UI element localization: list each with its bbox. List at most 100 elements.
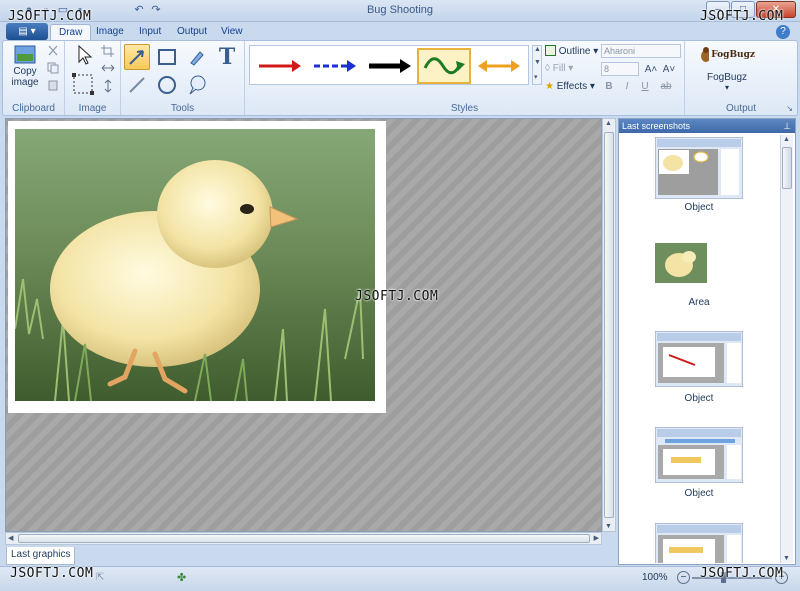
arrow-tool-button[interactable] — [124, 44, 150, 70]
style-blue-dashed-arrow[interactable] — [307, 48, 361, 84]
underline-button[interactable]: U — [637, 79, 653, 94]
screenshot-thumb-3[interactable] — [654, 330, 744, 393]
gallery-expand-icon[interactable]: ▾ — [534, 73, 538, 81]
paste-icon[interactable] — [47, 79, 59, 91]
drawing-canvas[interactable]: JSOFTJ.COM — [5, 118, 602, 532]
copy-image-icon — [14, 45, 36, 64]
crop-icon[interactable] — [101, 45, 115, 57]
screenshot-thumb-4[interactable] — [654, 426, 744, 489]
screenshot-label-3: Object — [684, 393, 714, 404]
scroll-up-icon[interactable]: ▲ — [605, 120, 612, 127]
scroll-left-icon[interactable]: ◀ — [8, 534, 13, 542]
chick-photo — [15, 129, 375, 401]
last-screenshots-panel: Last screenshots ⊥ Object Area Object Ob… — [618, 118, 796, 565]
screenshot-thumb-1[interactable] — [654, 136, 744, 200]
horizontal-scroll-thumb[interactable] — [18, 534, 590, 543]
style-gallery-scroll[interactable]: ▲ ▼ ▾ — [532, 45, 542, 85]
status-bar: ⇱ ✤ 100% − + — [0, 566, 800, 591]
ribbon: Copy image Clipboard Image T Tools ▲ ▼ ▾… — [2, 40, 798, 116]
ribbon-tabs: ▤ ▾ Draw Image Input Output View ? — [0, 22, 800, 41]
ellipse-tool-icon — [158, 76, 176, 94]
gallery-down-icon[interactable]: ▼ — [534, 59, 541, 66]
scroll-right-icon[interactable]: ▶ — [594, 534, 599, 542]
grow-font-button[interactable]: A˄ — [643, 62, 659, 77]
application-menu-button[interactable]: ▤ ▾ — [6, 23, 48, 40]
clipboard-group: Copy image Clipboard — [3, 41, 65, 115]
dialog-launcher-icon[interactable]: ↘ — [786, 104, 793, 113]
copy-image-label: Copy image — [11, 66, 39, 88]
panel-scroll-thumb[interactable] — [782, 147, 792, 189]
style-green-wave-arrow[interactable] — [417, 48, 471, 84]
blue-dashed-arrow-icon — [314, 60, 356, 72]
help-icon[interactable]: ? — [776, 25, 790, 39]
panel-scrollbar[interactable]: ▲ ▼ — [780, 135, 793, 563]
canvas-vertical-scrollbar[interactable]: ▲ ▼ — [602, 118, 616, 532]
screenshot-thumb-5[interactable] — [655, 523, 743, 563]
scroll-down-icon[interactable]: ▼ — [605, 523, 612, 530]
screenshot-label-2: Area — [688, 297, 710, 308]
panel-title: Last screenshots — [622, 121, 691, 131]
status-color-icon: ✤ — [177, 572, 187, 584]
orange-double-arrow-icon — [478, 60, 520, 72]
style-red-arrow[interactable] — [252, 48, 306, 84]
italic-button[interactable]: I — [619, 79, 635, 94]
strikethrough-button[interactable]: ab — [655, 79, 677, 94]
copy-icon[interactable] — [47, 62, 59, 74]
selection-rectangle-icon[interactable] — [71, 72, 95, 96]
green-wave-arrow-icon — [423, 57, 465, 75]
output-group: FogBugz FogBugz ▾ Output ↘ — [685, 41, 797, 115]
zoom-level: 100% — [642, 572, 668, 583]
canvas-horizontal-scrollbar[interactable]: ◀ ▶ — [5, 532, 602, 545]
zoom-out-button[interactable]: − — [677, 571, 690, 584]
tab-image[interactable]: Image — [88, 24, 132, 41]
panel-header: Last screenshots ⊥ — [619, 119, 795, 133]
tab-view[interactable]: View — [213, 24, 251, 41]
font-size-select[interactable]: 8 — [601, 62, 639, 76]
tab-output[interactable]: Output — [169, 24, 215, 41]
screenshot-preview-icon — [655, 523, 743, 563]
line-tool-button[interactable] — [124, 72, 150, 98]
image-group: Image — [65, 41, 121, 115]
black-arrow-icon — [369, 59, 411, 73]
tab-draw[interactable]: Draw — [50, 24, 92, 41]
cut-icon[interactable] — [47, 45, 59, 57]
callout-tool-icon — [189, 75, 206, 95]
fill-button[interactable]: ◊ Fill ▾ — [545, 63, 573, 74]
tab-last-graphics[interactable]: Last graphics — [6, 547, 76, 565]
outline-button[interactable]: Outline ▾ — [545, 45, 598, 57]
text-tool-button[interactable]: T — [214, 44, 240, 70]
chick-image — [15, 129, 375, 401]
select-pointer-icon[interactable] — [75, 44, 95, 66]
screenshot-preview-icon — [654, 136, 744, 200]
effects-label: Effects — [556, 81, 588, 92]
panel-scroll-up-icon[interactable]: ▲ — [783, 136, 790, 143]
status-cursor-icon: ⇱ — [96, 572, 105, 583]
marker-tool-button[interactable] — [184, 44, 210, 70]
rectangle-tool-button[interactable] — [154, 44, 180, 70]
fogbugz-logo: FogBugz — [699, 44, 755, 66]
shrink-font-button[interactable]: A˅ — [661, 62, 677, 77]
effects-button[interactable]: ★ Effects ▾ — [545, 81, 595, 92]
line-tool-icon — [129, 77, 145, 93]
watermark-top-right: JSOFTJ.COM — [700, 9, 784, 24]
bold-button[interactable]: B — [601, 79, 617, 94]
fogbugz-button[interactable]: FogBugz FogBugz ▾ — [699, 44, 755, 96]
clipboard-group-label: Clipboard — [12, 103, 55, 114]
image-page — [8, 121, 386, 413]
vertical-scroll-thumb[interactable] — [604, 132, 614, 518]
styles-group-label: Styles — [450, 103, 479, 114]
gallery-up-icon[interactable]: ▲ — [534, 46, 541, 53]
style-orange-double-arrow[interactable] — [472, 48, 526, 84]
style-black-arrow[interactable] — [362, 48, 416, 84]
panel-scroll-down-icon[interactable]: ▼ — [783, 555, 790, 562]
pin-icon[interactable]: ⊥ — [783, 119, 791, 133]
ellipse-tool-button[interactable] — [154, 72, 180, 98]
resize-horizontal-icon[interactable] — [101, 62, 115, 74]
callout-tool-button[interactable] — [184, 72, 210, 98]
copy-image-button[interactable]: Copy image — [7, 44, 43, 98]
font-select[interactable]: Aharoni — [601, 44, 681, 58]
styles-group: ▲ ▼ ▾ Outline ▾ ◊ Fill ▾ ★ Effects ▾ Aha… — [245, 41, 685, 115]
tab-input[interactable]: Input — [131, 24, 169, 41]
resize-vertical-icon[interactable] — [101, 79, 115, 93]
screenshot-thumb-2[interactable] — [655, 241, 743, 285]
